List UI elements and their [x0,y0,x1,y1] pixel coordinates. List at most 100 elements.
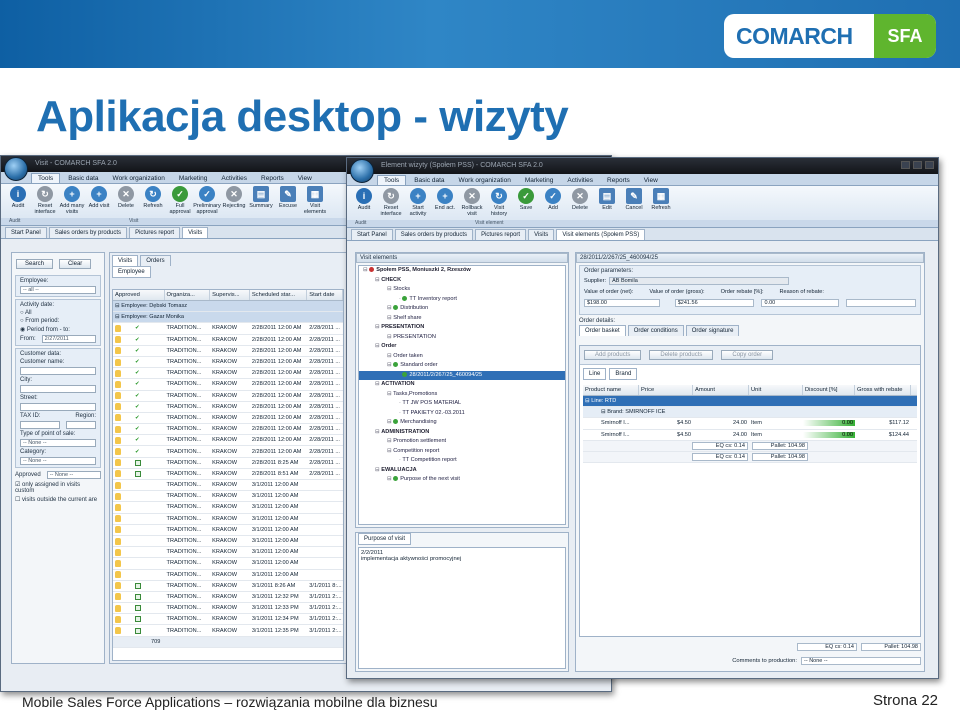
table-row[interactable]: TRADITION... KRAKÓW 3/1/2011 12:00 AM [113,547,343,559]
table-row[interactable]: TRADITION... KRAKÓW 3/1/2011 12:00 AM [113,525,343,536]
approved-select[interactable]: -- None -- [46,471,101,479]
group-by-brand[interactable]: Brand [609,368,638,380]
product-row[interactable]: Smirnoff I... $4.50 24.00 Item 0.00 $117.12 [583,418,917,430]
tree-node[interactable]: ⊟ Merchandising [359,418,565,428]
tree-node[interactable]: ⊟ CHECK [359,276,565,286]
table-row[interactable]: ✔ TRADITION... KRAKÓW 2/28/2011 12:00 AM 2/2… [113,391,343,402]
tree-node[interactable]: ⊟ Order taken [359,352,565,362]
table-row[interactable]: TRADITION... KRAKÓW 3/1/2011 8:26 AM 3/1/20… [113,581,343,592]
tree-node[interactable]: ⊟ EWALUACJA [359,466,565,476]
ribbon-button-reset-interface[interactable]: ↻ Reset interface [32,186,58,215]
table-row[interactable]: TRADITION... KRAKÓW 3/1/2011 12:00 AM [113,480,343,492]
ribbon-tab-basic-data[interactable]: Basic data [62,174,104,183]
ribbon-tab-reports[interactable]: Reports [601,176,636,185]
ribbon-button-visit-history[interactable]: ↻ Visit history [486,188,512,217]
tree-node[interactable]: ⊟ ADMINISTRATION [359,428,565,438]
table-row[interactable]: TRADITION... KRAKÓW 3/1/2011 12:00 AM [113,536,343,548]
table-row[interactable]: TRADITION... KRAKÓW 3/1/2011 12:32 PM 3/1/2… [113,592,343,604]
ribbon-button-delete[interactable]: ✕ Delete [113,186,139,209]
group-row-brand[interactable]: ⊟ Brand: SMIRNOFF ICE [583,407,917,419]
doc-tab-sales-orders-by-products[interactable]: Sales orders by products [394,229,474,240]
table-row[interactable]: TRADITION... KRAKÓW 3/1/2011 12:35 PM 3/1/2… [113,625,343,637]
doc-tab-visits[interactable]: Visits [182,227,209,238]
value-net-input[interactable]: $198.00 [584,298,660,307]
minimize-icon[interactable] [901,161,910,169]
column-gross-with-rebate[interactable]: Gross with rebate [855,385,911,395]
ribbon-button-reset-interface[interactable]: ↻ Reset interface [378,188,404,217]
doc-tab-pictures-report[interactable]: Pictures report [129,227,181,238]
ribbon-tab-basic-data[interactable]: Basic data [408,176,450,185]
comments-select[interactable]: -- None -- [801,657,921,665]
doc-tab-visits[interactable]: Visits [528,229,555,240]
tree-node[interactable]: ⊟ Promotion settlement [359,437,565,447]
value-gross-input[interactable]: $241.56 [674,298,755,307]
column-organiza[interactable]: Organiza... [165,290,211,300]
ribbon-tab-work-organization[interactable]: Work organization [453,176,517,185]
ribbon-button-add[interactable]: ✓ Add [540,188,566,211]
ribbon-button-full-approval[interactable]: ✓ Full approval [167,186,193,215]
tab-visits[interactable]: Visits [112,255,139,266]
table-row[interactable]: ✔ TRADITION... KRAKÓW 2/28/2011 12:00 AM 2/2… [113,323,343,335]
ribbon-tab-view[interactable]: View [638,176,664,185]
search-button[interactable]: Search [16,259,54,269]
employee-select[interactable]: -- all -- [20,286,96,294]
doc-tab-pictures-report[interactable]: Pictures report [475,229,527,240]
doc-tab-sales-orders-by-products[interactable]: Sales orders by products [48,227,128,238]
tree-node[interactable]: · TT Inventory report [359,295,565,305]
table-row[interactable]: TRADITION... KRAKÓW 3/1/2011 12:34 PM 3/1/2… [113,614,343,626]
ribbon-tab-view[interactable]: View [292,174,318,183]
ribbon-button-save[interactable]: ✓ Save [513,188,539,211]
ribbon-tab-work-organization[interactable]: Work organization [107,174,171,183]
tree-node[interactable]: ⊟ Tasks,Promotions [359,390,565,400]
from-date-input[interactable]: 2/27/2011 [41,335,96,343]
column-amount[interactable]: Amount [693,385,749,395]
tree-node[interactable]: · TT PAKIETY 02.-03.2011 [359,409,565,419]
app-orb-icon[interactable] [4,157,28,181]
taxid-input[interactable] [20,421,60,429]
table-row[interactable]: TRADITION... KRAKÓW 3/1/2011 12:00 AM [113,570,343,581]
ribbon-button-rejecting[interactable]: ✕ Rejecting [221,186,247,209]
table-row[interactable]: TRADITION... KRAKÓW 3/1/2011 12:00 AM [113,491,343,503]
column-discount[interactable]: Discount [%] [803,385,855,395]
column-product-name[interactable]: Product name [583,385,639,395]
doc-tab-start-panel[interactable]: Start Panel [5,227,47,238]
clear-button[interactable]: Clear [58,259,92,269]
table-row[interactable]: ✔ TRADITION... KRAKÓW 2/28/2011 12:00 AM 2/2… [113,368,343,380]
ribbon-button-cancel[interactable]: ✎ Cancel [621,188,647,211]
ribbon-tab-tools[interactable]: Tools [31,173,61,183]
group-by-line[interactable]: Line [583,368,607,380]
table-row[interactable]: ✔ TRADITION... KRAKÓW 2/28/2011 12:00 AM 2/2… [113,424,343,436]
table-row[interactable]: ✔ TRADITION... KRAKÓW 2/28/2011 12:00 AM 2/2… [113,346,343,357]
employee-group-row[interactable]: ⊟ Employee: Gazar Monika [113,312,343,324]
tree-node[interactable]: · 28/2011/2/267/25_460094/25 [359,370,565,380]
tree-node[interactable]: ⊟ Standard order [359,361,565,371]
radio-all[interactable]: ○ All [17,309,99,317]
table-row[interactable]: ✔ TRADITION... KRAKÓW 2/28/2011 12:00 AM 2/2… [113,379,343,391]
table-row[interactable]: ✔ TRADITION... KRAKÓW 2/28/2011 12:00 AM 2/2… [113,357,343,369]
rebate-input[interactable]: 0.00 [761,298,840,307]
column-approved[interactable]: Approved [113,290,165,300]
ribbon-button-refresh[interactable]: ↻ Refresh [140,186,166,209]
tab-order-signature[interactable]: Order signature [685,325,740,336]
tree-node[interactable]: ⊟ Competition report [359,447,565,457]
street-input[interactable] [20,403,96,411]
customer-name-input[interactable] [20,367,96,375]
table-row[interactable]: ✔ TRADITION... KRAKÓW 2/28/2011 12:00 AM 2/2… [113,435,343,447]
table-row[interactable]: ✔ TRADITION... KRAKÓW 2/28/2011 12:00 AM 2/2… [113,413,343,425]
ribbon-tab-marketing[interactable]: Marketing [173,174,214,183]
table-row[interactable]: TRADITION... KRAKÓW 2/28/2011 8:25 AM 2/28/… [113,458,343,469]
ribbon-button-add-many-visits[interactable]: + Add many visits [59,186,85,215]
ribbon-button-start-activity[interactable]: + Start activity [405,188,431,217]
product-row[interactable]: Smirnoff I... $4.50 24.00 Item 0.00 $124.44 [583,430,917,441]
checkbox-assigned[interactable]: ☑ only assigned in visits custom [12,480,104,495]
tab-order-basket[interactable]: Order basket [579,325,626,336]
ribbon-tab-reports[interactable]: Reports [255,174,290,183]
type-pos-select[interactable]: -- None -- [20,439,96,447]
ribbon-button-audit[interactable]: i Audit [5,186,31,209]
tree-node[interactable]: ⊟ Społem PSS, Moniuszki 2, Rzeszów [359,266,565,276]
close-icon[interactable] [925,161,934,169]
column-scheduled-star[interactable]: Scheduled star... [250,290,308,300]
product-cell[interactable]: 0.00 [803,431,855,438]
table-row[interactable]: TRADITION... KRAKÓW 3/1/2011 12:00 AM [113,558,343,570]
doc-tab-start-panel[interactable]: Start Panel [351,229,393,240]
